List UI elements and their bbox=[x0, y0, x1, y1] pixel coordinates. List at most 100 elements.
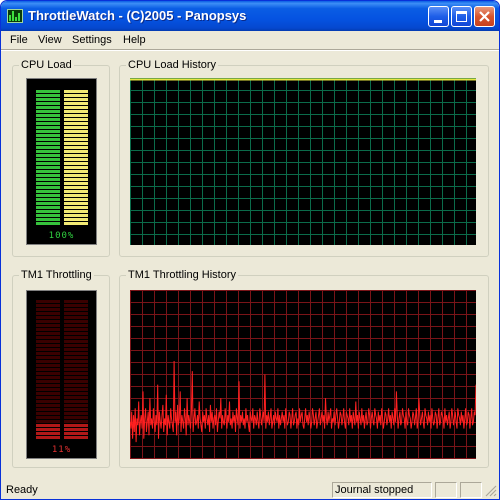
cpu-load-segment-right bbox=[64, 114, 88, 117]
tm1-throttling-segment-right bbox=[64, 344, 88, 347]
cpu-load-segment-left bbox=[36, 210, 60, 213]
tm1-throttling-segment-left bbox=[36, 312, 60, 315]
throttlewatch-app-icon[interactable] bbox=[7, 9, 23, 23]
tm1-throttling-segment-left bbox=[36, 388, 60, 391]
tm1-throttling-segment-right bbox=[64, 428, 88, 431]
tm1-throttling-segment-right bbox=[64, 396, 88, 399]
tm1-throttling-segment-left bbox=[36, 368, 60, 371]
tm1-throttling-segment-left bbox=[36, 348, 60, 351]
cpu-load-segment-right bbox=[64, 206, 88, 209]
cpu-load-segment-left bbox=[36, 214, 60, 217]
cpu-load-segment-right bbox=[64, 146, 88, 149]
status-panel-2 bbox=[435, 482, 457, 498]
cpu-load-segment-left bbox=[36, 162, 60, 165]
tm1-throttling-segment-right bbox=[64, 364, 88, 367]
cpu-load-segment-right bbox=[64, 170, 88, 173]
cpu-load-segment-left bbox=[36, 218, 60, 221]
tm1-throttling-segment-right bbox=[64, 384, 88, 387]
tm1-throttling-segment-right bbox=[64, 432, 88, 435]
menu-help[interactable]: Help bbox=[123, 34, 146, 46]
menu-view[interactable]: View bbox=[38, 34, 62, 46]
cpu-load-segment-left bbox=[36, 166, 60, 169]
tm1-throttling-segment-right bbox=[64, 308, 88, 311]
tm1-throttling-segment-left bbox=[36, 424, 60, 427]
cpu-load-segment-left bbox=[36, 190, 60, 193]
tm1-throttling-segment-right bbox=[64, 388, 88, 391]
cpu-load-segment-left bbox=[36, 222, 60, 225]
cpu-load-segment-left bbox=[36, 114, 60, 117]
tm1-throttling-segment-right bbox=[64, 312, 88, 315]
cpu-load-segment-left bbox=[36, 158, 60, 161]
tm1-throttling-segment-right bbox=[64, 328, 88, 331]
tm1-throttling-segment-right bbox=[64, 336, 88, 339]
tm1-history-graph bbox=[129, 290, 477, 459]
minimize-button[interactable] bbox=[428, 6, 449, 27]
cpu-load-segment-right bbox=[64, 142, 88, 145]
cpu-load-segment-right bbox=[64, 138, 88, 141]
app-window: ThrottleWatch - (C)2005 - Panopsys File … bbox=[0, 0, 500, 500]
menu-file[interactable]: File bbox=[10, 34, 28, 46]
tm1-throttling-segment-left bbox=[36, 372, 60, 375]
tm1-throttling-segment-left bbox=[36, 308, 60, 311]
cpu-load-segment-right bbox=[64, 102, 88, 105]
cpu-load-segment-right bbox=[64, 94, 88, 97]
tm1-throttling-segment-right bbox=[64, 436, 88, 439]
status-panel-3 bbox=[460, 482, 482, 498]
cpu-load-segment-right bbox=[64, 130, 88, 133]
cpu-load-segment-right bbox=[64, 162, 88, 165]
tm1-throttling-segment-left bbox=[36, 340, 60, 343]
tm1-throttling-segment-left bbox=[36, 376, 60, 379]
cpu-load-segment-right bbox=[64, 166, 88, 169]
tm1-throttling-segment-left bbox=[36, 316, 60, 319]
cpu-load-segment-right bbox=[64, 174, 88, 177]
cpu-load-segment-left bbox=[36, 94, 60, 97]
tm1-throttling-segment-left bbox=[36, 420, 60, 423]
menu-separator bbox=[1, 49, 499, 51]
tm1-throttling-segment-right bbox=[64, 412, 88, 415]
tm1-throttling-segment-right bbox=[64, 324, 88, 327]
tm1-throttling-segment-right bbox=[64, 372, 88, 375]
cpu-load-segment-right bbox=[64, 210, 88, 213]
cpu-load-meter: 100% bbox=[26, 78, 97, 245]
tm1-throttling-segment-right bbox=[64, 368, 88, 371]
maximize-button[interactable] bbox=[451, 6, 472, 27]
tm1-throttling-segment-left bbox=[36, 400, 60, 403]
tm1-throttling-bars bbox=[36, 300, 88, 439]
tm1-throttling-segment-left bbox=[36, 324, 60, 327]
tm1-throttling-segment-right bbox=[64, 352, 88, 355]
tm1-throttling-segment-left bbox=[36, 344, 60, 347]
tm1-throttling-segment-left bbox=[36, 364, 60, 367]
tm1-throttling-segment-right bbox=[64, 420, 88, 423]
cpu-load-segment-left bbox=[36, 174, 60, 177]
tm1-throttling-label: TM1 Throttling bbox=[19, 269, 94, 281]
cpu-load-segment-right bbox=[64, 134, 88, 137]
tm1-throttling-segment-right bbox=[64, 408, 88, 411]
cpu-load-segment-left bbox=[36, 154, 60, 157]
tm1-throttling-segment-left bbox=[36, 404, 60, 407]
cpu-load-segment-right bbox=[64, 214, 88, 217]
cpu-load-segment-left bbox=[36, 206, 60, 209]
tm1-throttling-segment-right bbox=[64, 320, 88, 323]
cpu-load-segment-left bbox=[36, 182, 60, 185]
cpu-history-graph bbox=[130, 78, 476, 245]
tm1-throttling-segment-left bbox=[36, 320, 60, 323]
maximize-icon bbox=[456, 11, 467, 22]
tm1-throttling-segment-left bbox=[36, 352, 60, 355]
title-bar[interactable]: ThrottleWatch - (C)2005 - Panopsys bbox=[1, 1, 499, 31]
tm1-throttling-segment-right bbox=[64, 304, 88, 307]
tm1-throttling-segment-right bbox=[64, 340, 88, 343]
tm1-throttling-segment-left bbox=[36, 436, 60, 439]
cpu-load-segment-right bbox=[64, 126, 88, 129]
close-button[interactable] bbox=[474, 6, 495, 27]
tm1-throttling-segment-right bbox=[64, 376, 88, 379]
cpu-load-segment-left bbox=[36, 178, 60, 181]
tm1-throttling-segment-left bbox=[36, 412, 60, 415]
cpu-load-segment-left bbox=[36, 130, 60, 133]
tm1-throttling-segment-right bbox=[64, 416, 88, 419]
cpu-load-segment-right bbox=[64, 194, 88, 197]
cpu-load-segment-left bbox=[36, 202, 60, 205]
cpu-load-segment-right bbox=[64, 202, 88, 205]
resize-grip-icon[interactable] bbox=[484, 484, 498, 498]
menu-bar: File View Settings Help bbox=[1, 31, 499, 49]
menu-settings[interactable]: Settings bbox=[72, 34, 112, 46]
